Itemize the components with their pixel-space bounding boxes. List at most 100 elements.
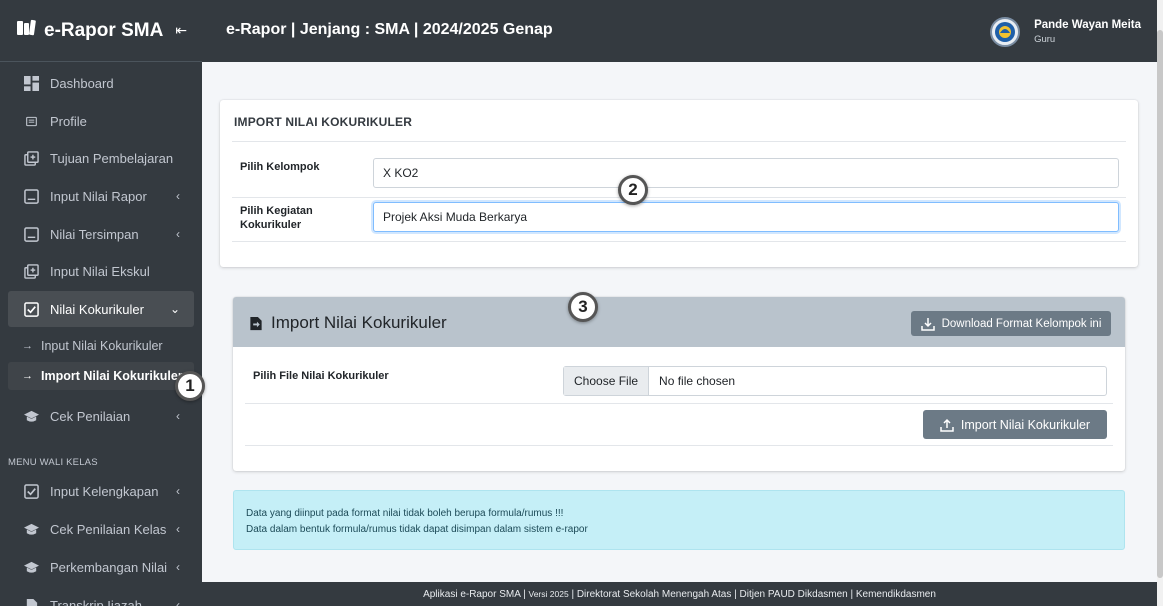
collapse-sidebar-icon[interactable]: ⇤ <box>175 22 187 39</box>
download-format-button[interactable]: Download Format Kelompok ini <box>911 311 1111 336</box>
plus-square-icon <box>22 149 40 167</box>
chevron-left-icon: ‹ <box>176 484 180 498</box>
sidebar-item-label: Profile <box>50 113 87 129</box>
sidebar: e-Rapor SMA ⇤ Dashboard Profile Tujuan P… <box>0 0 202 606</box>
import-file-card: Import Nilai Kokurikuler Download Format… <box>233 297 1125 471</box>
main-content: IMPORT NILAI KOKURIKULER Pilih Kelompok … <box>202 62 1157 582</box>
divider <box>232 141 1126 142</box>
chevron-left-icon: ‹ <box>176 522 180 536</box>
sidebar-item-label: Input Nilai Ekskul <box>50 263 150 279</box>
divider <box>245 403 1113 404</box>
file-icon <box>22 596 40 606</box>
book-logo-icon <box>16 19 38 42</box>
check-square-icon <box>22 300 40 318</box>
kegiatan-select[interactable]: Projek Aksi Muda Berkarya <box>373 202 1119 232</box>
download-icon <box>920 317 935 331</box>
square-icon <box>22 187 40 205</box>
sidebar-subitem-import-nilai-kokurikuler[interactable]: → Import Nilai Kokurikuler <box>8 362 194 390</box>
sidebar-item-tujuan-pembelajaran[interactable]: Tujuan Pembelajaran <box>8 140 194 176</box>
chevron-left-icon: ‹ <box>176 227 180 241</box>
import-form-card: IMPORT NILAI KOKURIKULER Pilih Kelompok … <box>220 100 1138 267</box>
chevron-left-icon: ‹ <box>176 409 180 423</box>
app-frame: e-Rapor SMA ⇤ Dashboard Profile Tujuan P… <box>0 0 1157 606</box>
sidebar-item-label: Nilai Kokurikuler <box>50 301 144 317</box>
sidebar-item-label: Input Nilai Kokurikuler <box>41 339 163 353</box>
file-label: Pilih File Nilai Kokurikuler <box>253 370 389 382</box>
user-name: Pande Wayan Meita <box>1034 19 1141 31</box>
card-title: IMPORT NILAI KOKURIKULER <box>234 115 413 129</box>
sidebar-item-dashboard[interactable]: Dashboard <box>8 65 194 101</box>
brand-title: e-Rapor SMA <box>44 19 164 41</box>
sidebar-item-label: Import Nilai Kokurikuler <box>41 369 183 383</box>
footer-credits: Direktorat Sekolah Menengah Atas | Ditje… <box>576 589 936 600</box>
arrow-right-icon: → <box>22 340 33 352</box>
wali-kelas-header: MENU WALI KELAS <box>8 457 98 468</box>
chevron-down-icon: ⌄ <box>169 302 180 316</box>
kelompok-label: Pilih Kelompok <box>240 161 320 173</box>
chevron-left-icon: ‹ <box>176 598 180 606</box>
sidebar-item-input-nilai-ekskul[interactable]: Input Nilai Ekskul <box>8 253 194 289</box>
user-role: Guru <box>1034 34 1056 45</box>
dashboard-icon <box>22 74 40 92</box>
step-marker-2: 2 <box>618 175 648 205</box>
footer-app: Aplikasi e-Rapor SMA <box>423 589 521 600</box>
sidebar-item-label: Cek Penilaian Kelas <box>50 521 167 537</box>
sidebar-item-label: Input Kelengkapan <box>50 483 159 499</box>
sidebar-item-transkrip-ijazah[interactable]: Transkrip Ijazah ‹ <box>8 587 194 606</box>
sidebar-item-label: Dashboard <box>50 75 114 91</box>
divider <box>245 445 1113 446</box>
scrollbar-thumb[interactable] <box>1157 30 1163 578</box>
import-button[interactable]: Import Nilai Kokurikuler <box>923 410 1107 439</box>
sidebar-item-label: Input Nilai Rapor <box>50 188 147 204</box>
step-marker-1: 1 <box>175 371 205 401</box>
card-title: Import Nilai Kokurikuler <box>271 313 447 332</box>
tut-wuri-emblem-icon <box>995 22 1016 42</box>
kegiatan-label: Pilih Kegiatan Kokurikuler <box>240 205 313 231</box>
graduation-cap-icon <box>22 520 40 538</box>
sidebar-item-nilai-tersimpan[interactable]: Nilai Tersimpan ‹ <box>8 216 194 252</box>
sidebar-item-label: Cek Penilaian <box>50 408 131 424</box>
file-import-icon <box>250 316 262 330</box>
sidebar-item-input-kelengkapan[interactable]: Input Kelengkapan ‹ <box>8 473 194 509</box>
sidebar-item-label: Nilai Tersimpan <box>50 226 139 242</box>
avatar <box>990 17 1021 47</box>
sidebar-item-perkembangan-nilai[interactable]: Perkembangan Nilai ‹ <box>8 549 194 585</box>
file-input[interactable]: Choose File No file chosen <box>563 366 1107 396</box>
page-scrollbar[interactable] <box>1157 0 1163 606</box>
step-marker-3: 3 <box>568 292 598 322</box>
sidebar-item-cek-penilaian[interactable]: Cek Penilaian ‹ <box>8 398 194 434</box>
choose-file-button[interactable]: Choose File <box>564 367 650 395</box>
sidebar-subitem-input-nilai-kokurikuler[interactable]: → Input Nilai Kokurikuler <box>8 332 194 360</box>
plus-square-icon <box>22 262 40 280</box>
info-alert: Data yang diinput pada format nilai tida… <box>233 490 1125 550</box>
divider <box>232 241 1126 242</box>
sidebar-item-input-nilai-rapor[interactable]: Input Nilai Rapor ‹ <box>8 178 194 214</box>
brand[interactable]: e-Rapor SMA ⇤ <box>0 0 202 62</box>
graduation-cap-icon <box>22 558 40 576</box>
file-status: No file chosen <box>659 374 736 388</box>
footer-version: Versi 2025 <box>528 589 569 599</box>
page-title: e-Rapor | Jenjang : SMA | 2024/2025 Gena… <box>226 21 553 38</box>
sidebar-item-profile[interactable]: Profile <box>8 103 194 139</box>
chevron-left-icon: ‹ <box>176 560 180 574</box>
alert-line: Data yang diinput pada format nilai tida… <box>246 508 564 519</box>
user-menu[interactable]: Pande Wayan Meita Guru <box>990 12 1141 52</box>
id-card-icon <box>22 112 40 130</box>
sidebar-item-label: Tujuan Pembelajaran <box>50 150 174 166</box>
check-square-icon <box>22 482 40 500</box>
sidebar-item-label: Transkrip Ijazah <box>50 597 142 606</box>
alert-line: Data dalam bentuk formula/rumus tidak da… <box>246 524 588 535</box>
chevron-left-icon: ‹ <box>176 189 180 203</box>
sidebar-item-nilai-kokurikuler[interactable]: Nilai Kokurikuler ⌄ <box>8 291 194 327</box>
upload-icon <box>940 418 954 432</box>
divider <box>232 197 1126 198</box>
top-header: e-Rapor | Jenjang : SMA | 2024/2025 Gena… <box>202 0 1157 62</box>
kelompok-select[interactable]: X KO2 <box>373 158 1119 188</box>
footer: Aplikasi e-Rapor SMA | Versi 2025 | Dire… <box>202 582 1157 606</box>
card-header: Import Nilai Kokurikuler Download Format… <box>233 297 1125 347</box>
graduation-cap-icon <box>22 407 40 425</box>
arrow-right-icon: → <box>22 370 33 382</box>
sidebar-item-label: Perkembangan Nilai <box>50 559 168 575</box>
square-icon <box>22 225 40 243</box>
sidebar-item-cek-penilaian-kelas[interactable]: Cek Penilaian Kelas ‹ <box>8 511 194 547</box>
